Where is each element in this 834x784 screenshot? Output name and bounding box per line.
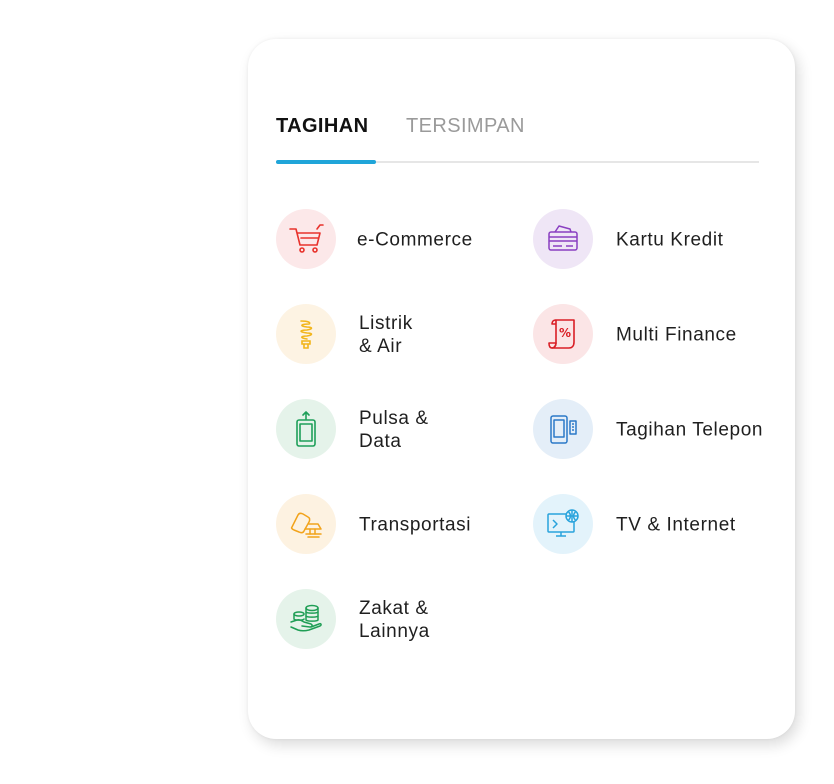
category-label: Multi Finance xyxy=(616,324,737,346)
tv-internet-icon xyxy=(533,494,593,554)
category-label: Pulsa & Data xyxy=(359,408,429,452)
credit-card-icon xyxy=(533,209,593,269)
category-label: Transportasi xyxy=(359,514,472,536)
category-item-zakat-lainnya[interactable]: Zakat & Lainnya xyxy=(276,589,496,651)
category-item-e-commerce[interactable]: e-Commerce xyxy=(276,209,496,271)
category-label: Tagihan Telepon xyxy=(616,419,764,441)
tab-bar: TAGIHAN TERSIMPAN xyxy=(276,115,759,165)
category-label: e-Commerce xyxy=(357,229,473,251)
category-item-transportasi[interactable]: Transportasi xyxy=(276,494,496,556)
tab-tersimpan[interactable]: TERSIMPAN xyxy=(406,115,525,138)
active-tab-indicator xyxy=(276,160,376,164)
category-label: Zakat & Lainnya xyxy=(359,598,430,642)
percent-document-icon: % xyxy=(533,304,593,364)
shopping-cart-icon xyxy=(276,209,336,269)
category-label: Listrik & Air xyxy=(359,313,413,357)
category-item-multi-finance[interactable]: % Multi Finance xyxy=(533,304,763,366)
light-bulb-icon xyxy=(276,304,336,364)
category-item-pulsa-data[interactable]: Pulsa & Data xyxy=(276,399,496,461)
hand-coins-icon xyxy=(276,589,336,649)
svg-text:%: % xyxy=(559,326,571,340)
category-item-kartu-kredit[interactable]: Kartu Kredit xyxy=(533,209,763,271)
bill-payment-card: TAGIHAN TERSIMPAN e-Commerce Kartu Kredi… xyxy=(248,39,795,739)
category-item-tagihan-telepon[interactable]: Tagihan Telepon xyxy=(533,399,773,461)
category-label: Kartu Kredit xyxy=(616,229,724,251)
category-item-tv-internet[interactable]: TV & Internet xyxy=(533,494,763,556)
mobile-data-icon xyxy=(276,399,336,459)
category-label: TV & Internet xyxy=(616,514,736,536)
phone-bill-icon xyxy=(533,399,593,459)
transport-ticket-icon xyxy=(276,494,336,554)
category-item-listrik-air[interactable]: Listrik & Air xyxy=(276,304,496,366)
tab-tagihan[interactable]: TAGIHAN xyxy=(276,115,368,138)
